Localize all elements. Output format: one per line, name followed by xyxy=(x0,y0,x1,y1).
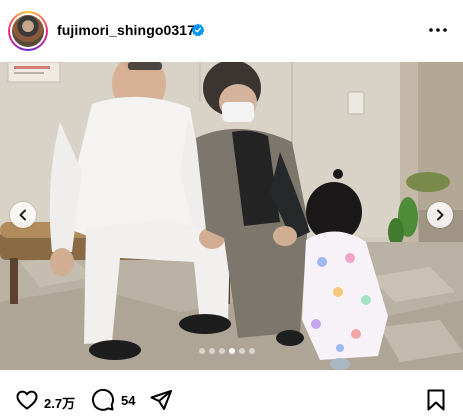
chevron-right-icon xyxy=(437,209,444,221)
carousel-dot xyxy=(209,348,215,354)
carousel-dot xyxy=(249,348,255,354)
carousel-dot xyxy=(219,348,225,354)
previous-slide-button[interactable] xyxy=(10,202,36,228)
chevron-left-icon xyxy=(19,209,26,221)
username[interactable]: fujimori_shingo0317 xyxy=(57,22,195,38)
avatar[interactable] xyxy=(8,11,48,51)
carousel-indicator xyxy=(199,348,255,356)
carousel-dot xyxy=(199,348,205,354)
like-count[interactable]: 2.7万 xyxy=(44,393,75,412)
comment-bubble-icon[interactable] xyxy=(91,388,115,412)
comment-count[interactable]: 54 xyxy=(121,393,135,408)
heart-icon[interactable] xyxy=(15,388,39,412)
post-photo[interactable] xyxy=(0,62,463,370)
bookmark-icon[interactable] xyxy=(424,388,448,412)
post-header: fujimori_shingo0317 xyxy=(0,0,463,62)
next-slide-button[interactable] xyxy=(427,202,453,228)
paper-plane-icon[interactable] xyxy=(149,388,173,412)
more-options-icon[interactable] xyxy=(427,22,449,38)
carousel-dot xyxy=(229,348,235,354)
action-bar: 2.7万 54 xyxy=(0,384,463,416)
photo-illustration xyxy=(0,62,463,370)
carousel-dot xyxy=(239,348,245,354)
verified-badge-icon xyxy=(191,23,205,37)
